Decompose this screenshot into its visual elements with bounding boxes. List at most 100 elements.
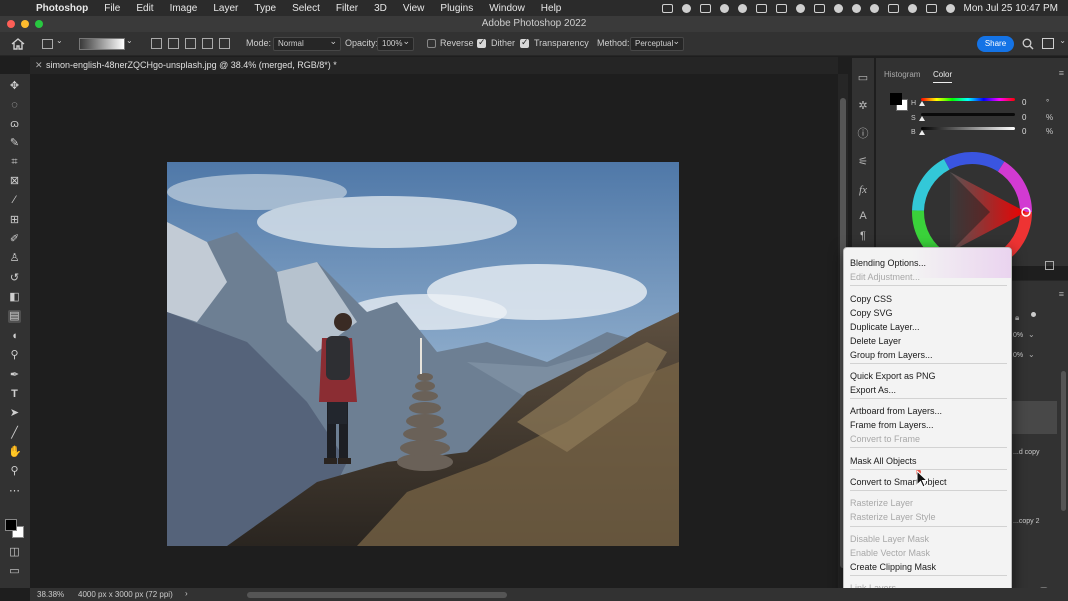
- quick-selection-tool-icon[interactable]: ✎: [8, 137, 21, 150]
- battery-icon[interactable]: [887, 3, 899, 13]
- workspace-icon[interactable]: [1042, 38, 1054, 49]
- menu-item-copy-svg[interactable]: Copy SVG: [850, 307, 893, 319]
- tool-preset-icon[interactable]: [42, 39, 53, 49]
- 3d-panel-icon[interactable]: ✲: [857, 100, 869, 112]
- type-tool-icon[interactable]: T: [8, 388, 21, 401]
- bookmark-icon[interactable]: [775, 3, 787, 13]
- linear-gradient-icon[interactable]: [151, 38, 162, 49]
- home-icon[interactable]: [11, 38, 25, 50]
- info-icon[interactable]: ⓘ: [857, 128, 869, 140]
- dodge-tool-icon[interactable]: ⚲: [8, 349, 21, 362]
- line-tool-icon[interactable]: ╱: [8, 427, 21, 440]
- account-icon[interactable]: [869, 3, 879, 13]
- menu-app-name[interactable]: Photoshop: [36, 3, 88, 14]
- layers-panel-menu-icon[interactable]: ≡: [1059, 289, 1064, 299]
- workspace-chevron-icon[interactable]: ⌄: [1059, 36, 1066, 45]
- zoom-level[interactable]: 38.38%: [37, 590, 64, 599]
- menu-item-quick-export-as-png[interactable]: Quick Export as PNG: [850, 370, 936, 382]
- creative-cloud-icon[interactable]: [681, 3, 691, 13]
- wifi-icon[interactable]: [851, 3, 861, 13]
- path-selection-tool-icon[interactable]: ➤: [8, 407, 21, 420]
- document-tab[interactable]: ✕ simon-english-48nerZQCHgo-unsplash.jpg…: [30, 57, 838, 74]
- brightness-slider[interactable]: [921, 127, 1015, 130]
- menu-item-frame-from-layers[interactable]: Frame from Layers...: [850, 419, 934, 431]
- menu-item-artboard-from-layers[interactable]: Artboard from Layers...: [850, 405, 942, 417]
- menu-item-copy-css[interactable]: Copy CSS: [850, 293, 892, 305]
- arc-icon[interactable]: [795, 3, 805, 13]
- screen-mode-icon[interactable]: ▭: [8, 565, 21, 578]
- layer-fill-value[interactable]: 0%: [1013, 352, 1023, 359]
- healing-brush-tool-icon[interactable]: ⊞: [8, 214, 21, 227]
- menu-item-duplicate-layer[interactable]: Duplicate Layer...: [850, 321, 920, 333]
- layer-opacity-value[interactable]: 0%: [1013, 332, 1023, 339]
- add-to-swatches-icon[interactable]: [1045, 261, 1054, 270]
- b-value[interactable]: 0: [1022, 127, 1026, 136]
- saturation-slider-thumb[interactable]: [919, 116, 925, 121]
- gradient-chevron-icon[interactable]: ⌄: [126, 36, 133, 45]
- panel-menu-icon[interactable]: ≡: [1059, 68, 1064, 78]
- document-image[interactable]: [167, 162, 679, 546]
- menu-item-export-as[interactable]: Export As...: [850, 384, 896, 396]
- reflected-gradient-icon[interactable]: [202, 38, 213, 49]
- pen-tool-icon[interactable]: ✒: [8, 369, 21, 382]
- horizontal-scroll-thumb[interactable]: [247, 592, 507, 598]
- blur-tool-icon[interactable]: ◖: [8, 330, 21, 343]
- display-icon[interactable]: [755, 3, 767, 13]
- diamond-gradient-icon[interactable]: [219, 38, 230, 49]
- clone-stamp-tool-icon[interactable]: ♙: [8, 252, 21, 265]
- screen-record-icon[interactable]: [661, 3, 673, 13]
- menu-item-blending-options[interactable]: Blending Options...: [850, 257, 926, 269]
- menu-plugins[interactable]: Plugins: [440, 3, 473, 14]
- spotlight-icon[interactable]: [907, 3, 917, 13]
- marquee-tool-icon[interactable]: ◌: [8, 99, 21, 112]
- method-select[interactable]: Perceptual: [630, 36, 684, 51]
- radial-gradient-icon[interactable]: [168, 38, 179, 49]
- lasso-tool-icon[interactable]: ɷ: [8, 118, 21, 131]
- sync-icon[interactable]: [737, 3, 747, 13]
- lock-icon[interactable]: 🔒︎: [1015, 313, 1019, 323]
- menu-3d[interactable]: 3D: [374, 3, 387, 14]
- zoom-window-icon[interactable]: [35, 20, 43, 28]
- menu-item-convert-to-smart-object[interactable]: Convert to Smart Object: [850, 476, 947, 488]
- tool-preset-chevron-icon[interactable]: ⌄: [56, 36, 63, 45]
- foreground-color-swatch[interactable]: [5, 519, 17, 531]
- adjustments-icon[interactable]: ⚟: [857, 156, 869, 168]
- search-icon[interactable]: [1022, 38, 1034, 50]
- menu-help[interactable]: Help: [541, 3, 562, 14]
- h-value[interactable]: 0: [1022, 98, 1026, 107]
- menu-file[interactable]: File: [104, 3, 120, 14]
- transparency-checkbox[interactable]: [520, 37, 529, 48]
- angle-gradient-icon[interactable]: [185, 38, 196, 49]
- character-icon[interactable]: A: [857, 210, 869, 222]
- brush-tool-icon[interactable]: ✐: [8, 233, 21, 246]
- menu-type[interactable]: Type: [254, 3, 276, 14]
- menu-window[interactable]: Window: [489, 3, 525, 14]
- crop-tool-icon[interactable]: ⌗: [8, 156, 21, 169]
- tab-color[interactable]: Color: [933, 70, 953, 83]
- zoom-tool-icon[interactable]: ⚲: [8, 465, 21, 478]
- siri-icon[interactable]: [945, 3, 955, 13]
- opacity-field[interactable]: 100%: [377, 36, 414, 51]
- color-foreground-swatch[interactable]: [890, 93, 902, 105]
- menubar-clock[interactable]: Mon Jul 25 10:47 PM: [964, 3, 1059, 14]
- styles-icon[interactable]: fx: [857, 184, 869, 196]
- minimize-window-icon[interactable]: [21, 20, 29, 28]
- history-brush-tool-icon[interactable]: ↺: [8, 272, 21, 285]
- brightness-slider-thumb[interactable]: [919, 130, 925, 135]
- menu-edit[interactable]: Edit: [136, 3, 153, 14]
- move-tool-icon[interactable]: ✥: [8, 80, 21, 93]
- menu-item-group-from-layers[interactable]: Group from Layers...: [850, 349, 933, 361]
- more-tools-icon[interactable]: ⋯: [8, 485, 21, 498]
- close-tab-icon[interactable]: ✕: [35, 60, 43, 71]
- menu-item-delete-layer[interactable]: Delete Layer: [850, 335, 901, 347]
- saturation-slider[interactable]: [921, 113, 1015, 116]
- hue-slider[interactable]: [921, 98, 1015, 101]
- hue-slider-thumb[interactable]: [919, 101, 925, 106]
- menu-item-mask-all-objects[interactable]: Mask All Objects: [850, 455, 917, 467]
- app-grid-icon[interactable]: [813, 3, 825, 13]
- vpn-icon[interactable]: [719, 3, 729, 13]
- close-window-icon[interactable]: [7, 20, 15, 28]
- paragraph-icon[interactable]: ¶: [857, 230, 869, 242]
- gradient-tool-icon[interactable]: ▤: [8, 310, 21, 323]
- layer-name-a[interactable]: ...d copy: [1013, 449, 1039, 456]
